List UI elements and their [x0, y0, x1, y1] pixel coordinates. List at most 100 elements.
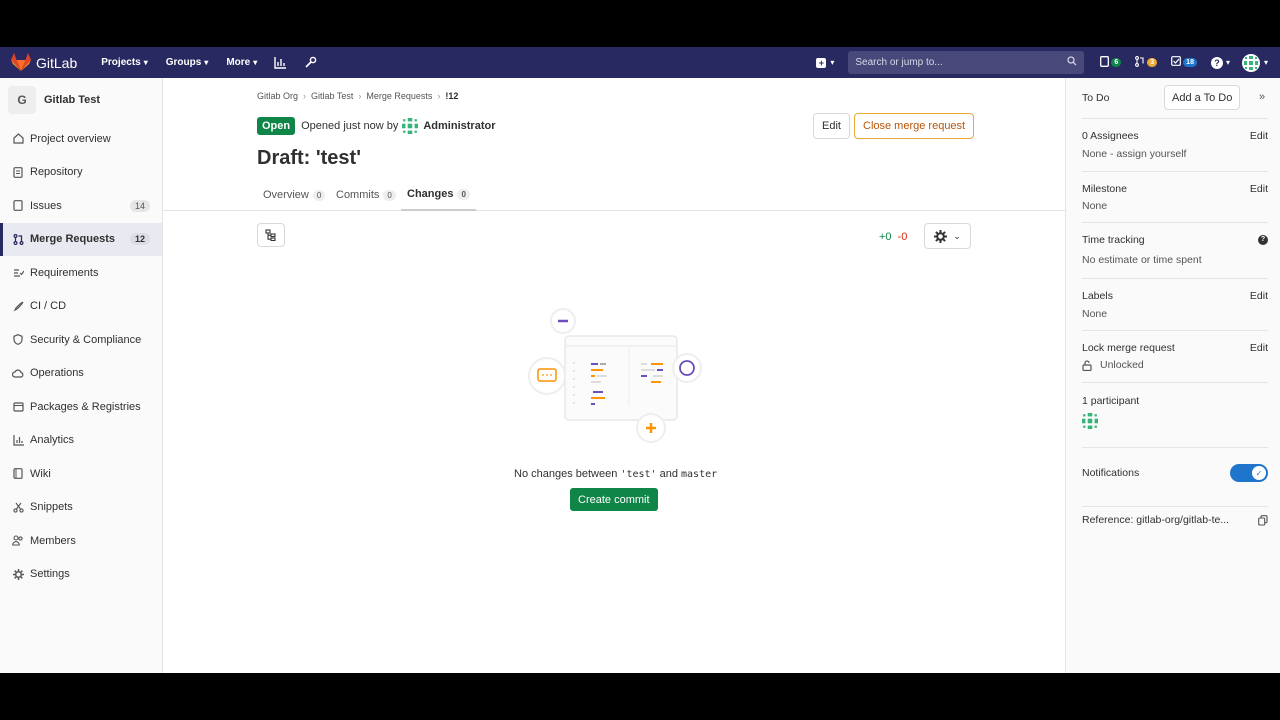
issues-count-badge: 6: [1111, 58, 1122, 67]
sidebar-item-merge-requests[interactable]: Merge Requests 12: [0, 222, 162, 256]
merge-request-icon: [1135, 55, 1145, 70]
lock-edit-link[interactable]: Edit: [1250, 342, 1268, 354]
lines-added: +0: [879, 231, 892, 243]
sidebar-item-ci-cd[interactable]: CI / CD: [0, 290, 162, 324]
assignees-edit-link[interactable]: Edit: [1250, 130, 1268, 142]
nav-groups[interactable]: Groups ▾: [166, 57, 209, 68]
time-tracking-block: Time tracking ? No estimate or time spen…: [1082, 234, 1268, 279]
right-sidebar: To Do Add a To Do » 0 Assignees Edit None…: [1065, 78, 1280, 673]
logo-text: GitLab: [36, 54, 78, 71]
shield-icon: [12, 334, 24, 346]
nav-groups-label: Groups: [165, 57, 202, 68]
notifications-toggle[interactable]: ✓: [1230, 464, 1268, 482]
lock-block: Lock merge request Edit Unlocked: [1082, 342, 1268, 383]
check-icon: ✓: [1252, 466, 1266, 480]
todo-check-icon: [1171, 56, 1182, 69]
sidebar-item-repository[interactable]: Repository: [0, 156, 162, 190]
sidebar-item-members[interactable]: Members: [0, 524, 162, 558]
breadcrumb-group[interactable]: Gitlab Org: [257, 91, 298, 101]
participants-block: 1 participant: [1082, 395, 1268, 448]
assignees-title: 0 Assignees: [1082, 130, 1139, 142]
author-avatar[interactable]: [402, 118, 419, 134]
search-icon: [1067, 56, 1077, 69]
new-item-button[interactable]: + ▾: [816, 57, 834, 68]
nav-projects-label: Projects: [101, 57, 141, 68]
milestone-block: Milestone Edit None: [1082, 183, 1268, 223]
gear-icon: [12, 568, 24, 580]
sidebar-item-snippets[interactable]: Snippets: [0, 491, 162, 525]
copy-icon[interactable]: [1258, 514, 1268, 526]
nav-projects[interactable]: Projects ▾: [101, 57, 147, 68]
assign-yourself-link[interactable]: None - assign yourself: [1082, 148, 1268, 160]
sidebar-item-label: Requirements: [30, 266, 99, 279]
admin-wrench-icon[interactable]: [303, 56, 317, 70]
assignees-block: 0 Assignees Edit None - assign yourself: [1082, 130, 1268, 172]
sidebar-item-analytics[interactable]: Analytics: [0, 424, 162, 458]
empty-state-illustration: [528, 308, 702, 443]
mr-count-badge: 3: [1147, 58, 1158, 67]
sidebar-item-label: Project overview: [30, 132, 111, 145]
sidebar-item-requirements[interactable]: Requirements: [0, 256, 162, 290]
project-avatar: G: [8, 86, 36, 114]
merge-requests-counter[interactable]: 3: [1135, 55, 1158, 70]
breadcrumb-mr-id[interactable]: !12: [445, 91, 458, 101]
chevron-down-icon: ▾: [1225, 58, 1230, 67]
participant-avatar[interactable]: [1082, 413, 1098, 429]
todos-counter[interactable]: 18: [1171, 56, 1197, 69]
activity-chart-icon[interactable]: [273, 56, 287, 70]
tab-commits[interactable]: Commits 0: [336, 179, 396, 211]
nav-more-label: More: [226, 57, 251, 68]
toggle-file-tree-button[interactable]: [257, 223, 285, 247]
labels-edit-link[interactable]: Edit: [1250, 290, 1268, 302]
help-circle-icon[interactable]: ?: [1258, 235, 1268, 245]
sidebar-item-security-compliance[interactable]: Security & Compliance: [0, 323, 162, 357]
sidebar-item-label: Settings: [30, 568, 70, 581]
divider: [1082, 118, 1268, 119]
sidebar-item-settings[interactable]: Settings: [0, 558, 162, 592]
author-name[interactable]: Administrator: [423, 120, 495, 132]
help-button[interactable]: ? ▾: [1210, 56, 1230, 69]
gitlab-logo[interactable]: GitLab: [11, 53, 77, 72]
tab-commits-label: Commits: [336, 189, 380, 201]
search-input[interactable]: Search or jump to...: [848, 51, 1085, 74]
time-tracking-title: Time tracking: [1082, 234, 1145, 246]
sidebar-item-packages-registries[interactable]: Packages & Registries: [0, 390, 162, 424]
tab-changes[interactable]: Changes 0: [401, 179, 476, 211]
tab-changes-count: 0: [457, 188, 470, 200]
milestone-title: Milestone: [1082, 183, 1127, 195]
tab-overview[interactable]: Overview 0: [263, 179, 326, 211]
edit-button[interactable]: Edit: [813, 113, 850, 139]
nav-more[interactable]: More ▾: [226, 57, 257, 68]
sidebar-item-wiki[interactable]: Wiki: [0, 457, 162, 491]
sidebar-item-count: 14: [129, 199, 150, 212]
empty-middle: and: [656, 468, 682, 480]
reference-text: Reference: gitlab-org/gitlab-te...: [1082, 514, 1230, 526]
sidebar-item-project-overview[interactable]: Project overview: [0, 122, 162, 156]
project-header[interactable]: G Gitlab Test: [0, 78, 162, 122]
sidebar-item-label: Wiki: [30, 467, 51, 480]
breadcrumb-project[interactable]: Gitlab Test: [311, 91, 353, 101]
close-merge-request-button[interactable]: Close merge request: [854, 113, 975, 139]
target-branch: master: [681, 469, 718, 480]
requirements-icon: [12, 267, 24, 279]
plus-square-icon: +: [816, 57, 827, 68]
breadcrumb-merge-requests[interactable]: Merge Requests: [366, 91, 432, 101]
user-menu[interactable]: ▾: [1241, 53, 1268, 72]
sidebar-item-operations[interactable]: Operations: [0, 357, 162, 391]
participants-title: 1 participant: [1082, 395, 1140, 407]
collapse-sidebar-icon[interactable]: »: [1259, 91, 1265, 103]
sidebar-item-issues[interactable]: Issues 14: [0, 189, 162, 223]
create-commit-button[interactable]: Create commit: [570, 488, 658, 511]
labels-title: Labels: [1082, 290, 1113, 302]
add-todo-button[interactable]: Add a To Do: [1164, 85, 1241, 110]
status-badge: Open: [257, 117, 296, 135]
diff-settings-button[interactable]: ⌄: [924, 223, 971, 249]
sidebar-item-label: Repository: [30, 166, 83, 179]
sidebar-item-label: Merge Requests: [30, 233, 115, 246]
question-icon: ?: [1210, 56, 1223, 69]
top-navbar: GitLab Projects ▾ Groups ▾ More ▾ + ▾ Searc…: [0, 47, 1280, 78]
package-icon: [12, 401, 24, 413]
sidebar-item-label: Analytics: [30, 434, 75, 447]
milestone-edit-link[interactable]: Edit: [1250, 183, 1268, 195]
issues-counter[interactable]: 6: [1100, 55, 1122, 70]
